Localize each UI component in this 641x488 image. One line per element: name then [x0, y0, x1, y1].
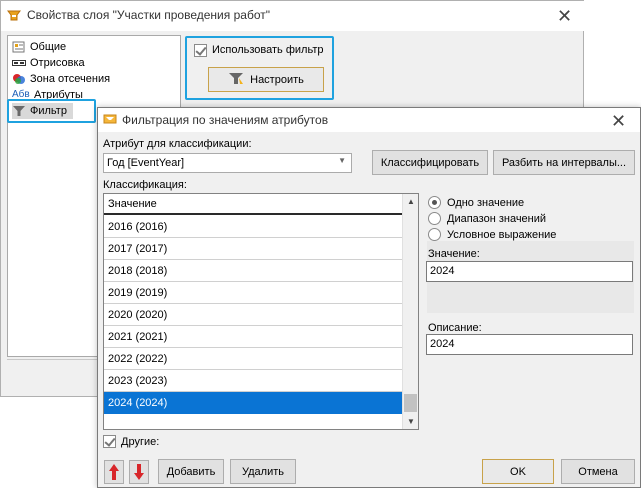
configure-filter-icon [228, 72, 244, 88]
classify-button[interactable]: Классифицировать [372, 150, 488, 175]
cancel-button-label: Отмена [578, 465, 618, 478]
tree-item-general[interactable]: Общие [12, 39, 66, 55]
delete-button[interactable]: Удалить [230, 459, 296, 484]
add-button-label: Добавить [166, 465, 216, 478]
scroll-up-icon[interactable]: ▲ [407, 197, 415, 206]
layer-properties-titlebar: Свойства слоя "Участки проведения работ"… [1, 1, 585, 31]
radio-conditional-expression-label: Условное выражение [447, 228, 557, 241]
classification-label: Классификация: [103, 179, 187, 191]
list-item[interactable]: 2019 (2019) [104, 282, 403, 304]
split-intervals-button-label: Разбить на интервалы... [501, 156, 627, 169]
description-input[interactable]: 2024 [426, 334, 633, 355]
list-item[interactable]: 2022 (2022) [104, 348, 403, 370]
attribute-value: Год [EventYear] [107, 157, 185, 169]
add-button[interactable]: Добавить [158, 459, 224, 484]
classify-button-label: Классифицировать [380, 156, 480, 169]
configure-button[interactable]: Настроить [208, 67, 324, 92]
tree-item-clip-zone[interactable]: Зона отсечения [12, 71, 110, 87]
move-up-button[interactable] [104, 460, 124, 484]
rendering-icon [12, 57, 26, 69]
delete-button-label: Удалить [242, 465, 284, 478]
radio-value-range[interactable]: Диапазон значений [428, 212, 546, 225]
use-filter-checkbox[interactable] [194, 43, 207, 57]
filter-item-highlight [7, 99, 96, 123]
value-input[interactable]: 2024 [426, 261, 633, 282]
scroll-down-icon[interactable]: ▼ [407, 417, 415, 426]
radio-conditional-expression-button[interactable] [428, 228, 441, 241]
app-icon [7, 9, 21, 21]
radio-value-range-button[interactable] [428, 212, 441, 225]
radio-single-value-button[interactable] [428, 196, 441, 209]
others-checkbox[interactable] [103, 435, 116, 448]
tree-label-clip-zone: Зона отсечения [30, 73, 111, 86]
tree-item-rendering[interactable]: Отрисовка [12, 55, 85, 71]
value-label: Значение: [428, 248, 480, 260]
tree-label-general: Общие [30, 41, 67, 54]
list-item[interactable]: 2023 (2023) [104, 370, 403, 392]
configure-button-label: Настроить [250, 73, 304, 86]
dialog-title: Фильтрация по значениям атрибутов [122, 113, 329, 127]
list-item[interactable]: 2017 (2017) [104, 238, 403, 260]
ok-button-label: OK [510, 465, 526, 478]
list-item[interactable]: 2020 (2020) [104, 304, 403, 326]
radio-single-value[interactable]: Одно значение [428, 196, 524, 209]
close-icon[interactable]: ✕ [557, 7, 572, 25]
dialog-close-icon[interactable]: ✕ [611, 112, 626, 130]
list-item[interactable]: 2018 (2018) [104, 260, 403, 282]
split-intervals-button[interactable]: Разбить на интервалы... [493, 150, 635, 175]
radio-value-range-label: Диапазон значений [447, 212, 547, 225]
list-scrollbar[interactable]: ▲ ▼ [402, 194, 418, 429]
others-checkbox-row[interactable]: Другие: [103, 435, 159, 448]
arrow-down-icon [134, 464, 144, 480]
scroll-thumb[interactable] [404, 394, 417, 412]
cancel-button[interactable]: Отмена [561, 459, 635, 484]
list-item[interactable]: 2021 (2021) [104, 326, 403, 348]
general-icon [12, 41, 26, 53]
filter-dialog-titlebar: Фильтрация по значениям атрибутов ✕ [98, 108, 640, 132]
dialog-icon [103, 114, 117, 129]
column-header-value[interactable]: Значение [104, 194, 403, 215]
others-label: Другие: [121, 435, 160, 448]
clip-zone-icon [12, 73, 26, 85]
classification-list[interactable]: Значение 2016 (2016) 2017 (2017) 2018 (2… [103, 193, 419, 430]
description-label: Описание: [428, 322, 482, 334]
move-down-button[interactable] [129, 460, 149, 484]
list-item[interactable]: 2016 (2016) [104, 216, 403, 238]
tree-label-rendering: Отрисовка [30, 57, 85, 70]
list-item-selected[interactable]: 2024 (2024) [104, 392, 403, 414]
radio-conditional-expression[interactable]: Условное выражение [428, 228, 556, 241]
window-title: Свойства слоя "Участки проведения работ" [27, 8, 270, 22]
use-filter-checkbox-row[interactable]: Использовать фильтр [194, 43, 324, 57]
filter-dialog: Фильтрация по значениям атрибутов ✕ Атри… [97, 107, 641, 488]
chevron-down-icon: ▼ [338, 156, 346, 165]
radio-single-value-label: Одно значение [447, 196, 525, 209]
attribute-combobox[interactable]: Год [EventYear] ▼ [103, 153, 352, 173]
attribute-label: Атрибут для классификации: [103, 138, 252, 150]
use-filter-label: Использовать фильтр [212, 44, 324, 56]
arrow-up-icon [109, 464, 119, 480]
ok-button[interactable]: OK [482, 459, 554, 484]
